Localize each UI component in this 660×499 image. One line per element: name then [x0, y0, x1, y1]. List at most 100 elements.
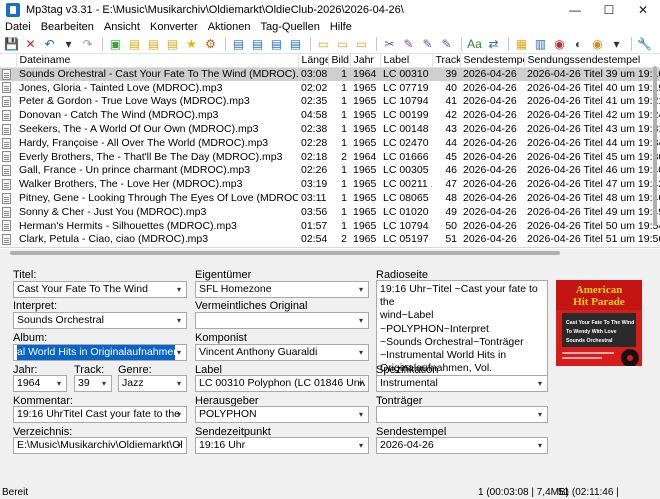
- col-sendungssendestempel[interactable]: Sendungssendestempel: [524, 54, 660, 68]
- paste-tag-icon[interactable]: ✎: [419, 36, 436, 52]
- cut-tag-icon[interactable]: ✂: [381, 36, 398, 52]
- eigentuemer-field[interactable]: SFL Homezone ▾: [195, 281, 369, 298]
- text-tag-icon[interactable]: ▤: [268, 36, 285, 52]
- playlist-icon[interactable]: ▦: [513, 36, 530, 52]
- menu-hilfe[interactable]: Hilfe: [325, 21, 357, 33]
- filename-tag-icon[interactable]: ▤: [230, 36, 247, 52]
- table-row[interactable]: Seekers, The - A World Of Our Own (MDROC…: [0, 122, 660, 136]
- table-row[interactable]: Pitney, Gene - Looking Through The Eyes …: [0, 191, 660, 205]
- col-laenge[interactable]: Länge: [298, 54, 329, 68]
- favorite-star-icon[interactable]: ★: [183, 36, 200, 52]
- chevron-down-icon[interactable]: ▾: [356, 407, 366, 422]
- chevron-down-icon[interactable]: ▾: [535, 376, 545, 391]
- track-field[interactable]: 39 ▾: [74, 375, 112, 392]
- album-field[interactable]: al World Hits in Originalaufnahmen, Vol.…: [13, 344, 187, 361]
- chevron-down-icon[interactable]: ▾: [174, 345, 184, 360]
- replace-icon[interactable]: ⇄: [485, 36, 502, 52]
- chevron-down-icon[interactable]: ▾: [356, 376, 366, 391]
- tontraeger-field[interactable]: ▾: [376, 406, 548, 423]
- col-track[interactable]: Track: [432, 54, 461, 68]
- table-row[interactable]: Clark, Petula - Ciao, ciao (MDROC).mp3 02…: [0, 233, 660, 247]
- table-row[interactable]: Everly Brothers, The - That'll Be The Da…: [0, 150, 660, 164]
- chevron-down-icon[interactable]: ▾: [356, 438, 366, 453]
- table-row[interactable]: Gall, France - Un prince charmant (MDROC…: [0, 164, 660, 178]
- spezifikation-field[interactable]: Instrumental ▾: [376, 375, 548, 392]
- file-list-vertical-scrollbar[interactable]: [652, 66, 658, 246]
- options-icon[interactable]: ⚙: [202, 36, 219, 52]
- chevron-down-icon[interactable]: ▾: [174, 282, 184, 297]
- change-folder-icon[interactable]: ▤: [145, 36, 162, 52]
- clipboard-icon[interactable]: ✎: [438, 36, 455, 52]
- col-bild[interactable]: Bild: [328, 54, 351, 68]
- undo-icon[interactable]: ↶: [41, 36, 58, 52]
- tools-icon[interactable]: 🔧: [636, 36, 653, 52]
- menu-konverter[interactable]: Konverter: [145, 21, 203, 33]
- musicbrainz-icon[interactable]: ◉: [589, 36, 606, 52]
- sources-dropdown-icon[interactable]: ▾: [608, 36, 625, 52]
- file-list-horizontal-scrollbar[interactable]: [0, 249, 660, 257]
- chevron-down-icon[interactable]: ▾: [535, 407, 545, 422]
- table-row[interactable]: Walker Brothers, The - Love Her (MDROC).…: [0, 177, 660, 191]
- sendestempel-field[interactable]: 2026-04-26 ▾: [376, 437, 548, 454]
- col-sendestempel[interactable]: Sendestempel: [460, 54, 525, 68]
- undo-dropdown-icon[interactable]: ▾: [60, 36, 77, 52]
- vertical-scroll-thumb[interactable]: [653, 66, 657, 226]
- add-folder-icon[interactable]: ▤: [126, 36, 143, 52]
- menu-datei[interactable]: Datei: [0, 21, 36, 33]
- vermeintliches-original-field[interactable]: ▾: [195, 312, 369, 329]
- horizontal-scroll-thumb[interactable]: [10, 251, 560, 255]
- folder-tag-icon[interactable]: ▭: [353, 36, 370, 52]
- chevron-down-icon[interactable]: ▾: [356, 282, 366, 297]
- menu-tag-quellen[interactable]: Tag-Quellen: [256, 21, 325, 33]
- tag-tag-icon[interactable]: ▤: [287, 36, 304, 52]
- titel-field[interactable]: Cast Your Fate To The Wind ▾: [13, 281, 187, 298]
- table-row[interactable]: Herman's Hermits - Silhouettes (MDROC).m…: [0, 219, 660, 233]
- refresh-folder-icon[interactable]: ▣: [107, 36, 124, 52]
- save-icon[interactable]: 💾: [3, 36, 20, 52]
- copy-tag-icon[interactable]: ✎: [400, 36, 417, 52]
- col-label[interactable]: Label: [380, 54, 433, 68]
- table-row[interactable]: Peter & Gordon - True Love Ways (MDROC).…: [0, 95, 660, 109]
- maximize-button[interactable]: ☐: [592, 0, 626, 20]
- table-row[interactable]: Sounds Orchestral - Cast Your Fate To Th…: [0, 67, 660, 81]
- label-field[interactable]: LC 00310 Polyphon (LC 01846 Universal Re…: [195, 375, 369, 392]
- verzeichnis-field[interactable]: E:\Music\Musikarchiv\Oldiemarkt\OldieClu…: [13, 437, 187, 454]
- remove-tag-icon[interactable]: ✕: [22, 36, 39, 52]
- herausgeber-field[interactable]: POLYPHON ▾: [195, 406, 369, 423]
- cover-art[interactable]: American Hit Parade Cast Your Fate To Th…: [556, 280, 642, 366]
- menu-aktionen[interactable]: Aktionen: [203, 21, 256, 33]
- table-row[interactable]: Donovan - Catch The Wind (MDROC).mp3 04:5…: [0, 108, 660, 122]
- chevron-down-icon[interactable]: ▾: [356, 313, 366, 328]
- jahr-field[interactable]: 1964 ▾: [13, 375, 67, 392]
- table-row[interactable]: Jones, Gloria - Tainted Love (MDROC).mp3…: [0, 81, 660, 95]
- chevron-down-icon[interactable]: ▾: [174, 438, 184, 453]
- interpret-field[interactable]: Sounds Orchestral ▾: [13, 312, 187, 329]
- case-conversion-icon[interactable]: Aa: [466, 36, 483, 52]
- chevron-down-icon[interactable]: ▾: [174, 407, 184, 422]
- redo-icon[interactable]: ↷: [79, 36, 96, 52]
- kommentar-field[interactable]: 19:16 UhrTitel Cast your fate to the win…: [13, 406, 187, 423]
- export-icon[interactable]: ▥: [532, 36, 549, 52]
- col-jahr[interactable]: Jahr: [350, 54, 381, 68]
- close-button[interactable]: ✕: [626, 0, 660, 20]
- menu-bearbeiten[interactable]: Bearbeiten: [36, 21, 99, 33]
- genre-field[interactable]: Jazz ▾: [118, 375, 187, 392]
- chevron-down-icon[interactable]: ▾: [54, 376, 64, 391]
- table-row[interactable]: Hardy, Françoise - All Over The World (M…: [0, 136, 660, 150]
- col-dateiname[interactable]: Dateiname: [16, 54, 299, 68]
- favorites-folder-icon[interactable]: ▤: [164, 36, 181, 52]
- chevron-down-icon[interactable]: ▾: [174, 313, 184, 328]
- web-sources-icon[interactable]: ◉: [551, 36, 568, 52]
- folder-import-icon[interactable]: ▭: [334, 36, 351, 52]
- menu-ansicht[interactable]: Ansicht: [99, 21, 145, 33]
- sendezeitpunkt-field[interactable]: 19:16 Uhr ▾: [195, 437, 369, 454]
- tag-filename-icon[interactable]: ▤: [249, 36, 266, 52]
- chevron-down-icon[interactable]: ▾: [535, 438, 545, 453]
- table-row[interactable]: Sonny & Cher - Just You (MDROC).mp3 03:56…: [0, 205, 660, 219]
- folder-export-icon[interactable]: ▭: [315, 36, 332, 52]
- chevron-down-icon[interactable]: ▾: [99, 376, 109, 391]
- chevron-down-icon[interactable]: ▾: [174, 376, 184, 391]
- chevron-down-icon[interactable]: ▾: [356, 345, 366, 360]
- komponist-field[interactable]: Vincent Anthony Guaraldi ▾: [195, 344, 369, 361]
- minimize-button[interactable]: —: [558, 0, 592, 20]
